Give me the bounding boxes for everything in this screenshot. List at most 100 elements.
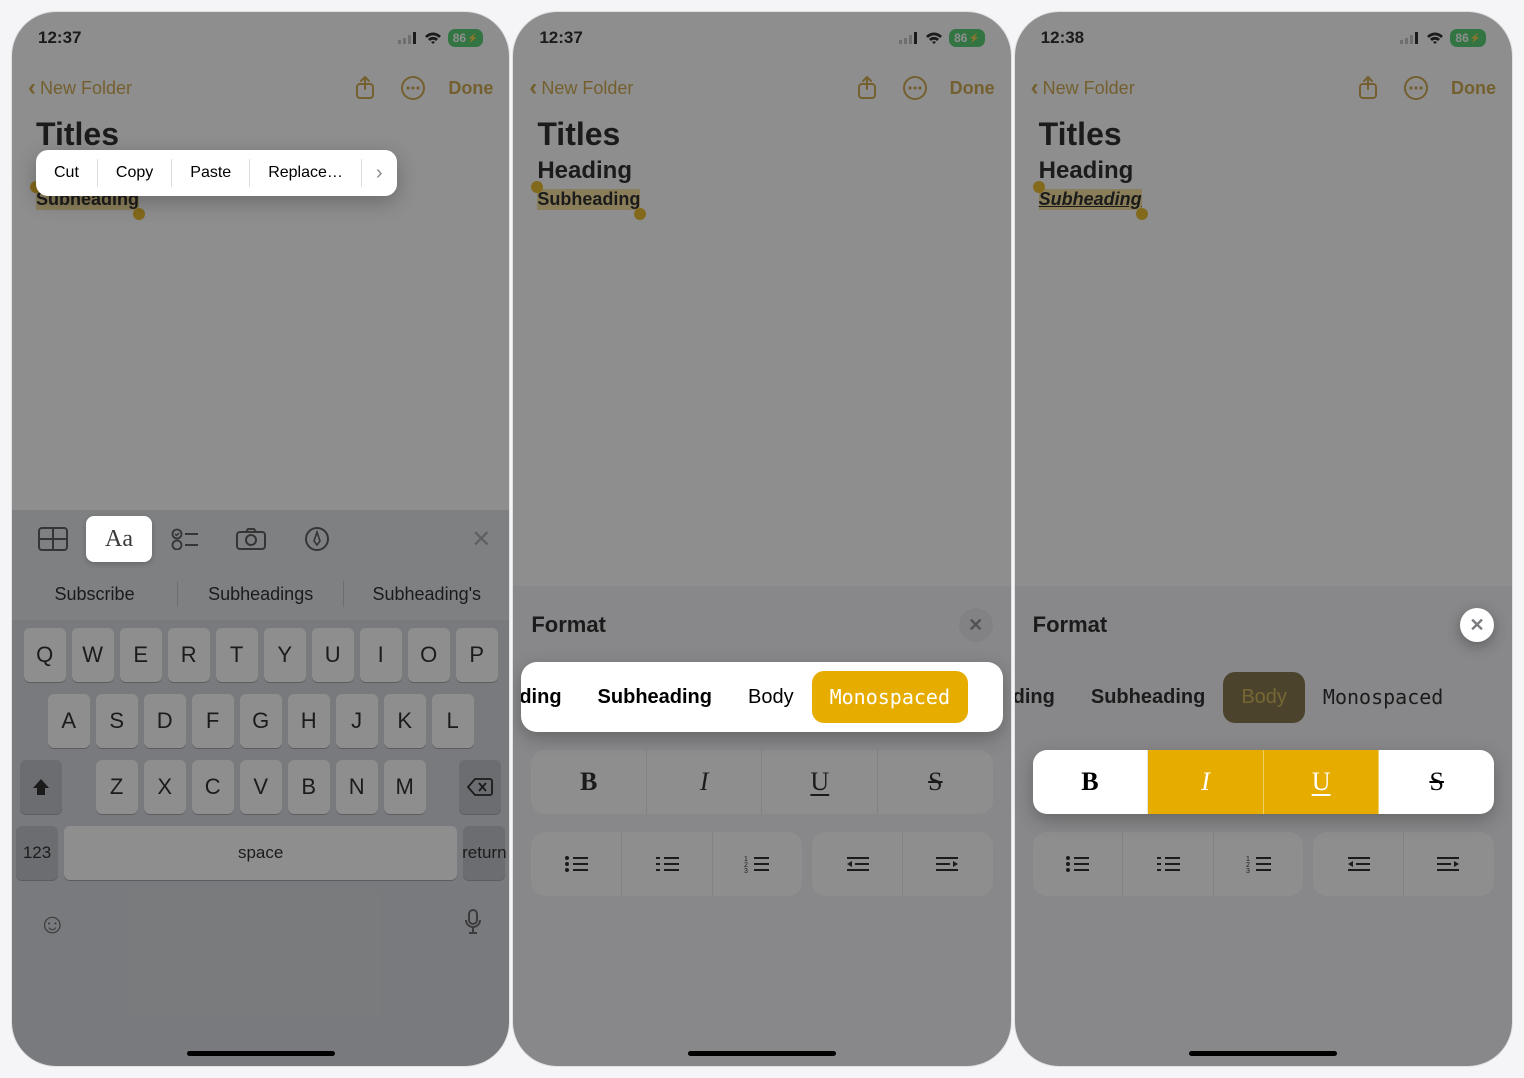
key-x[interactable]: X <box>144 760 186 814</box>
key-a[interactable]: A <box>48 694 90 748</box>
selection-handle-end[interactable] <box>133 208 145 220</box>
style-heading-partial[interactable]: ding <box>521 672 579 723</box>
dictation-key[interactable] <box>463 908 483 940</box>
strike-button[interactable]: S <box>878 750 993 814</box>
key-p[interactable]: P <box>456 628 498 682</box>
menu-replace[interactable]: Replace… <box>250 150 361 196</box>
selection-handle-end[interactable] <box>634 208 646 220</box>
toolbar-close-icon[interactable]: ✕ <box>471 525 501 554</box>
key-n[interactable]: N <box>336 760 378 814</box>
menu-cut[interactable]: Cut <box>36 150 97 196</box>
numbered-list-icon[interactable]: 123 <box>713 832 803 896</box>
predict-2[interactable]: Subheadings <box>178 584 343 605</box>
table-icon[interactable] <box>20 516 86 562</box>
key-z[interactable]: Z <box>96 760 138 814</box>
selection-handle-end[interactable] <box>1136 208 1148 220</box>
menu-more-arrow[interactable]: › <box>362 162 397 185</box>
key-e[interactable]: E <box>120 628 162 682</box>
key-m[interactable]: M <box>384 760 426 814</box>
predict-1[interactable]: Subscribe <box>12 584 177 605</box>
key-k[interactable]: K <box>384 694 426 748</box>
shift-key[interactable] <box>20 760 62 814</box>
style-heading-partial[interactable]: ding <box>1015 672 1073 723</box>
menu-paste[interactable]: Paste <box>172 150 249 196</box>
home-indicator[interactable] <box>1189 1051 1337 1056</box>
home-indicator[interactable] <box>688 1051 836 1056</box>
back-button[interactable]: ‹ New Folder <box>529 74 633 102</box>
camera-icon[interactable] <box>218 516 284 562</box>
text-format-row: B I U S <box>1033 750 1494 814</box>
underline-button[interactable]: U <box>1264 750 1380 814</box>
key-h[interactable]: H <box>288 694 330 748</box>
key-q[interactable]: Q <box>24 628 66 682</box>
key-j[interactable]: J <box>336 694 378 748</box>
close-icon[interactable]: ✕ <box>959 608 993 642</box>
style-monospaced[interactable]: Monospaced <box>812 671 968 723</box>
text-style-picker[interactable]: ding Subheading Body Monospaced <box>521 662 1002 732</box>
return-key[interactable]: return <box>463 826 505 880</box>
indent-icon[interactable] <box>903 832 993 896</box>
more-icon[interactable] <box>400 75 426 101</box>
more-icon[interactable] <box>902 75 928 101</box>
key-o[interactable]: O <box>408 628 450 682</box>
bold-button[interactable]: B <box>531 750 647 814</box>
key-u[interactable]: U <box>312 628 354 682</box>
menu-copy[interactable]: Copy <box>98 150 171 196</box>
key-t[interactable]: T <box>216 628 258 682</box>
style-subheading[interactable]: Subheading <box>580 672 730 723</box>
bulleted-list-icon[interactable] <box>531 832 622 896</box>
more-icon[interactable] <box>1403 75 1429 101</box>
key-r[interactable]: R <box>168 628 210 682</box>
italic-button[interactable]: I <box>1148 750 1264 814</box>
strike-button[interactable]: S <box>1379 750 1494 814</box>
key-i[interactable]: I <box>360 628 402 682</box>
key-w[interactable]: W <box>72 628 114 682</box>
markup-icon[interactable] <box>284 516 350 562</box>
key-d[interactable]: D <box>144 694 186 748</box>
outdent-icon[interactable] <box>812 832 903 896</box>
italic-button[interactable]: I <box>647 750 763 814</box>
space-key[interactable]: space <box>64 826 457 880</box>
dashed-list-icon[interactable] <box>622 832 713 896</box>
close-icon[interactable]: ✕ <box>1460 608 1494 642</box>
share-icon[interactable] <box>1355 75 1381 101</box>
key-l[interactable]: L <box>432 694 474 748</box>
note-body[interactable]: Titles Heading Subheading <box>1015 112 1512 214</box>
back-button[interactable]: ‹ New Folder <box>28 74 132 102</box>
indent-icon[interactable] <box>1404 832 1494 896</box>
predict-3[interactable]: Subheading's <box>344 584 509 605</box>
done-button[interactable]: Done <box>1451 78 1496 99</box>
numbers-key[interactable]: 123 <box>16 826 58 880</box>
key-s[interactable]: S <box>96 694 138 748</box>
key-b[interactable]: B <box>288 760 330 814</box>
share-icon[interactable] <box>352 75 378 101</box>
key-y[interactable]: Y <box>264 628 306 682</box>
style-body[interactable]: Body <box>730 672 812 723</box>
bulleted-list-icon[interactable] <box>1033 832 1124 896</box>
selection-handle-start[interactable] <box>1033 181 1045 193</box>
style-subheading[interactable]: Subheading <box>1073 672 1223 723</box>
share-icon[interactable] <box>854 75 880 101</box>
underline-button[interactable]: U <box>762 750 878 814</box>
home-indicator[interactable] <box>187 1051 335 1056</box>
style-monospaced[interactable]: Monospaced <box>1305 671 1461 723</box>
screen-1: 12:37 86⚡ ‹ New Folder Done <box>12 12 509 1066</box>
emoji-key[interactable]: ☺ <box>38 908 67 940</box>
key-v[interactable]: V <box>240 760 282 814</box>
back-button[interactable]: ‹ New Folder <box>1031 74 1135 102</box>
key-f[interactable]: F <box>192 694 234 748</box>
done-button[interactable]: Done <box>950 78 995 99</box>
note-body[interactable]: Titles Heading Subheading <box>513 112 1010 214</box>
text-style-picker[interactable]: ding Subheading Body Monospaced <box>1015 662 1512 732</box>
key-c[interactable]: C <box>192 760 234 814</box>
done-button[interactable]: Done <box>448 78 493 99</box>
backspace-key[interactable] <box>459 760 501 814</box>
key-g[interactable]: G <box>240 694 282 748</box>
dashed-list-icon[interactable] <box>1123 832 1214 896</box>
numbered-list-icon[interactable]: 123 <box>1214 832 1304 896</box>
checklist-icon[interactable] <box>152 516 218 562</box>
bold-button[interactable]: B <box>1033 750 1149 814</box>
style-body[interactable]: Body <box>1223 672 1305 723</box>
text-format-icon[interactable]: Aa <box>86 516 152 562</box>
outdent-icon[interactable] <box>1313 832 1404 896</box>
